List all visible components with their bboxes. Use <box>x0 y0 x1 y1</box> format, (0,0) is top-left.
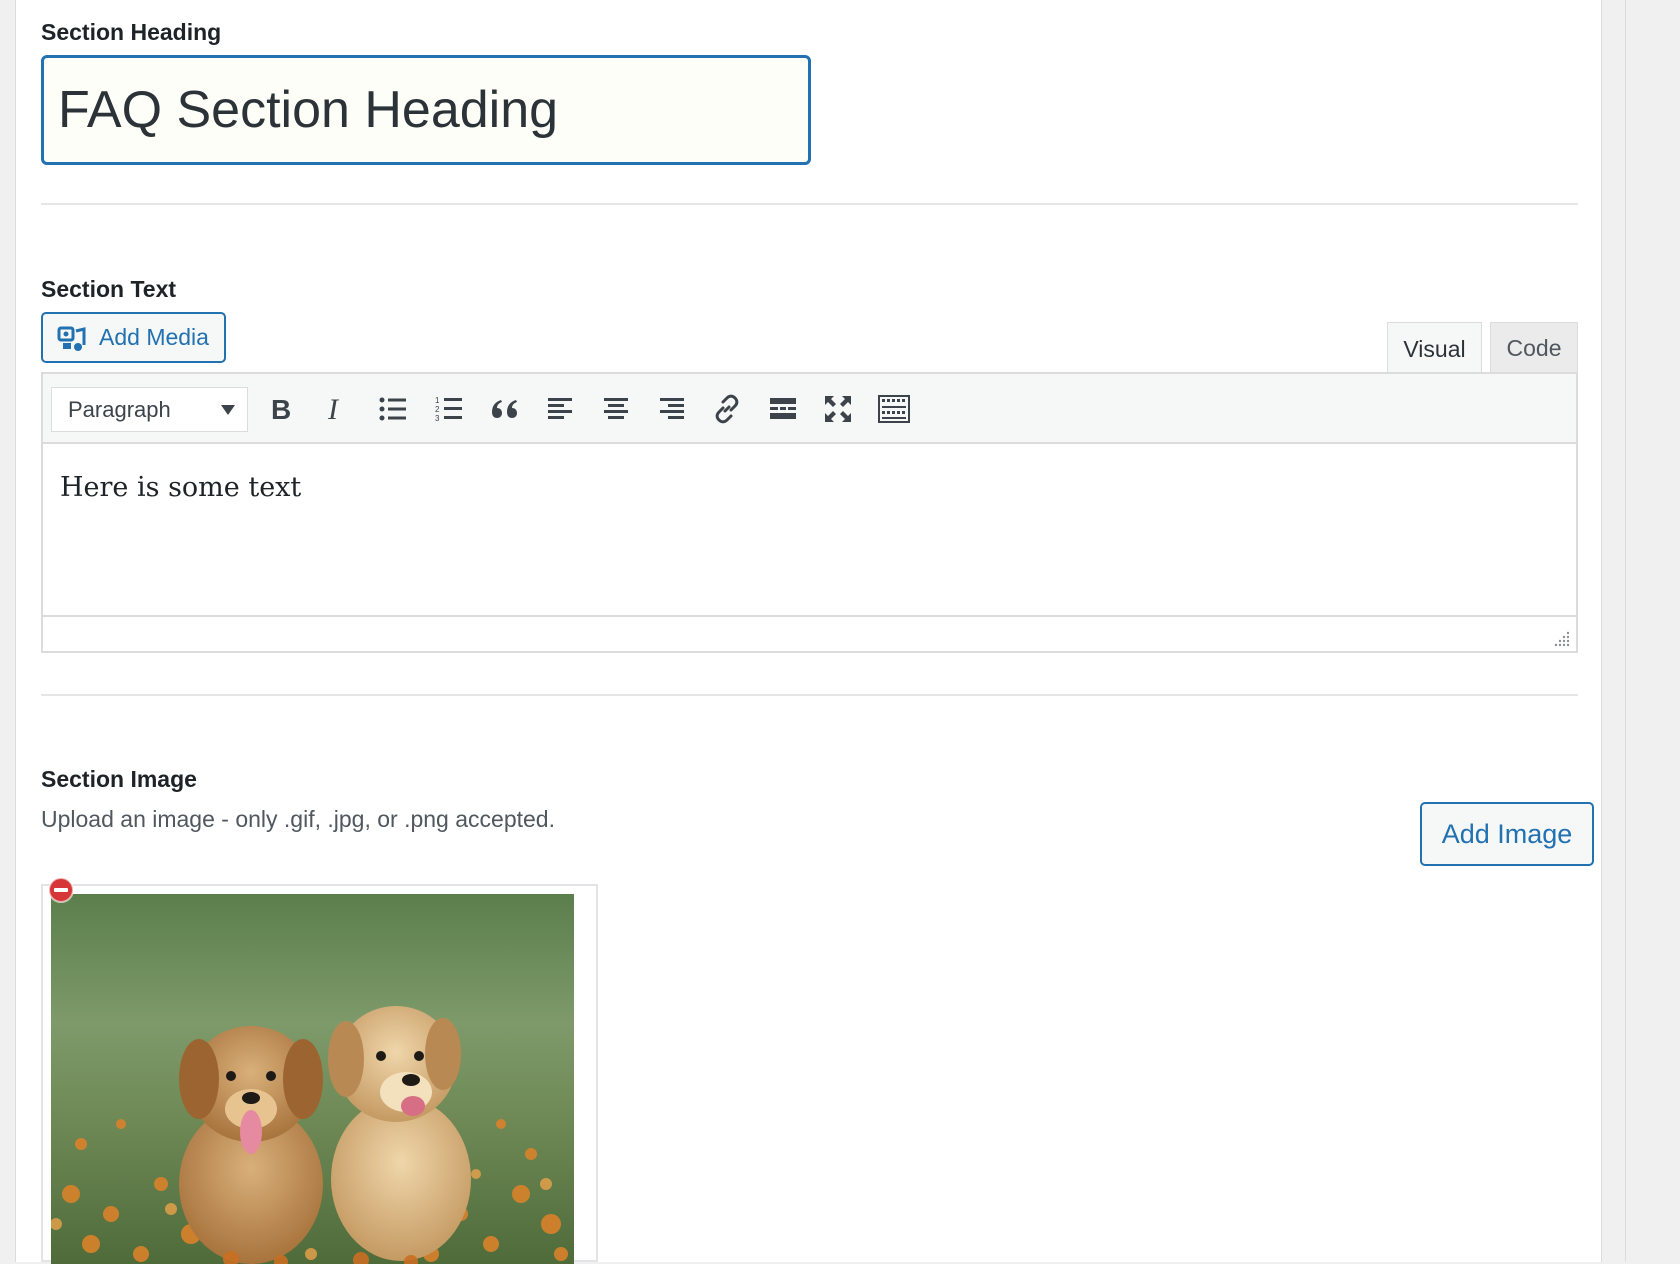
svg-text:3: 3 <box>435 414 440 423</box>
svg-text:1: 1 <box>435 396 440 405</box>
align-right-button[interactable] <box>652 389 692 429</box>
add-media-button[interactable]: Add Media <box>41 312 226 363</box>
blockquote-button[interactable] <box>484 389 524 429</box>
svg-text:B: B <box>271 394 291 424</box>
text-editor: Paragraph B I 1 2 3 Here is some text <box>41 372 1578 653</box>
align-center-button[interactable] <box>596 389 636 429</box>
puppies-image <box>51 894 574 1264</box>
italic-icon: I <box>327 394 340 424</box>
svg-text:I: I <box>327 394 340 424</box>
editor-content[interactable]: Here is some text <box>43 444 1576 617</box>
media-icon <box>57 326 86 351</box>
remove-image-icon[interactable] <box>48 877 74 903</box>
tab-code[interactable]: Code <box>1490 322 1578 373</box>
italic-button[interactable]: I <box>316 389 356 429</box>
section-image-help: Upload an image - only .gif, .jpg, or .p… <box>41 806 555 832</box>
image-preview <box>41 884 598 1264</box>
bulleted-list-button[interactable] <box>373 389 413 429</box>
format-select[interactable]: Paragraph <box>51 387 248 432</box>
sidebar-divider <box>1625 0 1626 1262</box>
toolbar-toggle-icon <box>878 395 910 423</box>
add-image-button[interactable]: Add Image <box>1420 802 1594 866</box>
section-heading-input[interactable] <box>41 55 811 165</box>
tab-visual[interactable]: Visual <box>1387 322 1482 375</box>
add-media-label: Add Media <box>99 324 209 350</box>
align-left-icon <box>548 398 572 419</box>
link-button[interactable] <box>707 389 747 429</box>
toolbar-toggle-button[interactable] <box>874 389 914 429</box>
divider <box>41 203 1578 205</box>
resize-handle-icon[interactable] <box>1554 631 1570 647</box>
section-image-label: Section Image <box>41 766 197 792</box>
blockquote-icon <box>492 400 517 418</box>
align-right-icon <box>660 398 684 419</box>
bold-button[interactable]: B <box>261 389 301 429</box>
fullscreen-button[interactable] <box>818 389 858 429</box>
link-icon <box>715 394 739 424</box>
read-more-button[interactable] <box>763 389 803 429</box>
divider <box>41 694 1578 696</box>
svg-text:2: 2 <box>435 405 440 414</box>
bulleted-list-icon <box>379 397 406 421</box>
format-select-value: Paragraph <box>68 396 171 422</box>
read-more-icon <box>770 398 796 419</box>
numbered-list-button[interactable]: 1 2 3 <box>429 389 469 429</box>
editor-status-bar <box>43 617 1576 651</box>
fullscreen-icon <box>825 396 851 422</box>
numbered-list-icon: 1 2 3 <box>435 396 462 423</box>
section-text-label: Section Text <box>41 276 177 302</box>
section-heading-label: Section Heading <box>41 19 222 45</box>
bold-icon: B <box>271 394 291 424</box>
editor-toolbar: Paragraph B I 1 2 3 <box>43 374 1576 444</box>
align-center-icon <box>604 398 628 419</box>
chevron-down-icon <box>221 405 235 415</box>
align-left-button[interactable] <box>540 389 580 429</box>
editor-panel: Section Heading Section Text Add Media V… <box>15 0 1602 1264</box>
